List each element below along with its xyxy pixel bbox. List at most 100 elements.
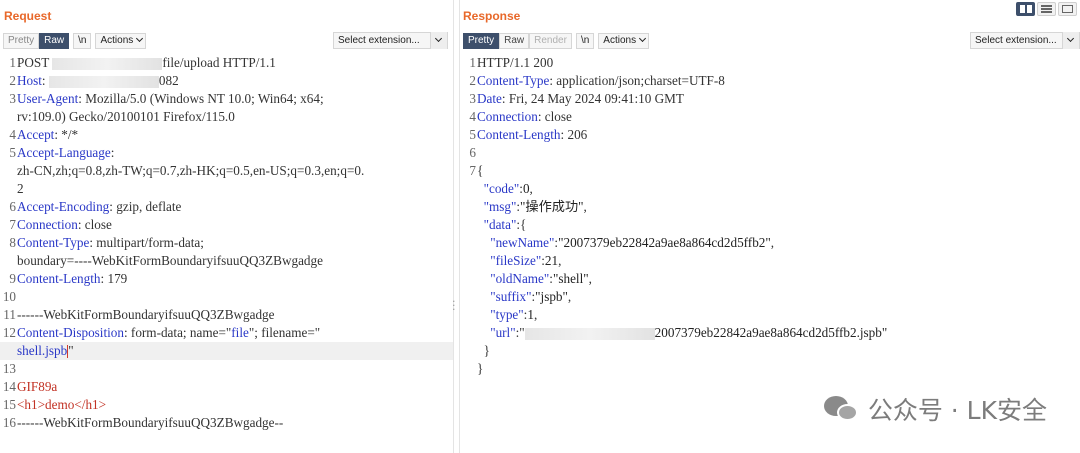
code-key: Date — [477, 91, 502, 106]
code-text: :{ — [516, 217, 527, 232]
response-newline-toggle[interactable]: \n — [575, 33, 595, 49]
code-key: "data" — [483, 217, 517, 232]
code-text: : — [41, 73, 49, 88]
code-key: file — [231, 325, 249, 340]
request-line: 13 — [0, 360, 453, 378]
code-text: : */* — [54, 127, 79, 142]
layout-single-icon[interactable] — [1058, 2, 1077, 16]
redacted-mask — [52, 57, 163, 70]
request-actions-button[interactable]: Actions — [95, 33, 147, 49]
code-text: 0 — [522, 181, 530, 196]
code-key: shell.jspb — [17, 343, 68, 358]
line-number: 15 — [2, 397, 16, 412]
response-line: "data":{ — [460, 216, 1080, 234]
response-line: "code":0, — [460, 180, 1080, 198]
chevron-down-icon — [136, 34, 144, 43]
code-text: "2007379eb22842a9ae8a864cd2d5ffb2" — [558, 235, 771, 250]
chevron-down-icon — [639, 34, 647, 43]
divider-grip-icon[interactable]: · · · — [452, 296, 456, 315]
code-text: boundary=----WebKitFormBoundaryifsuuQQ3Z… — [17, 253, 323, 268]
code-text: 21 — [544, 253, 559, 268]
request-line: rv:109.0) Gecko/20100101 Firefox/115.0 — [0, 108, 453, 126]
response-editor[interactable]: 1HTTP/1.1 200 2Content-Type: application/… — [460, 54, 1080, 378]
response-title: Response — [463, 9, 521, 23]
code-text: , — [533, 307, 538, 322]
request-line: 5Accept-Language: — [0, 144, 453, 162]
code-text: 082 — [158, 73, 179, 88]
response-line: } — [460, 342, 1080, 360]
code-key: User-Agent — [17, 91, 79, 106]
code-key: Content-Length — [477, 127, 561, 142]
layout-horizontal-icon[interactable] — [1037, 2, 1056, 16]
request-line: 14GIF89a — [0, 378, 453, 396]
wechat-icon — [823, 394, 860, 424]
code-text: : gzip, deflate — [109, 199, 182, 214]
code-text: 2007379eb22842a9ae8a864cd2d5ffb2.jspb" — [654, 325, 888, 340]
line-number: 5 — [9, 145, 16, 160]
request-line: 2Host: 082 — [0, 72, 453, 90]
code-key: "oldName" — [490, 271, 550, 286]
code-text: : Mozilla/5.0 (Windows NT 10.0; Win64; x… — [78, 91, 324, 106]
code-text: : Fri, 24 May 2024 09:41:10 GMT — [501, 91, 684, 106]
watermark-text: 公众号 · LK安全 — [867, 396, 1047, 425]
request-tab-raw[interactable]: Raw — [39, 33, 70, 49]
response-select-extension[interactable]: Select extension... — [970, 32, 1080, 49]
response-line: 5Content-Length: 206 — [460, 126, 1080, 144]
chevron-down-icon — [1066, 34, 1075, 43]
code-text: , — [583, 199, 587, 214]
code-text: , — [588, 271, 592, 286]
request-select-extension[interactable]: Select extension... — [333, 32, 448, 49]
line-number: 4 — [9, 127, 16, 142]
response-tab-raw[interactable]: Raw — [499, 33, 530, 49]
request-line: 8Content-Type: multipart/form-data; — [0, 234, 453, 252]
request-select-extension-drop[interactable] — [430, 32, 447, 49]
response-tab-pretty[interactable]: Pretty — [463, 33, 500, 49]
redacted-mask — [48, 75, 159, 88]
line-number: 6 — [469, 145, 476, 160]
response-line: 6 — [460, 144, 1080, 162]
redacted-mask — [524, 327, 655, 340]
response-actions-button[interactable]: Actions — [598, 33, 650, 49]
request-line: 15<h1>demo</h1> — [0, 396, 453, 414]
code-text: " — [68, 343, 74, 358]
code-key: Accept-Language — [17, 145, 111, 160]
line-number: 13 — [2, 361, 16, 376]
request-line: 10 — [0, 288, 453, 306]
response-tab-render[interactable]: Render — [529, 33, 572, 49]
line-number: 9 — [9, 271, 16, 286]
request-title: Request — [4, 9, 52, 23]
request-tab-pretty[interactable]: Pretty — [3, 33, 40, 49]
request-editor[interactable]: 1POST file/upload HTTP/1.1 2Host: 082 3Use… — [0, 54, 453, 432]
code-text: <h1>demo</h1> — [17, 397, 107, 412]
line-number: 2 — [469, 73, 476, 88]
response-line: } — [460, 360, 1080, 378]
request-newline-toggle[interactable]: \n — [73, 33, 92, 49]
response-line: "newName":"2007379eb22842a9ae8a864cd2d5f… — [460, 234, 1080, 252]
code-key: Connection — [477, 109, 538, 124]
response-line: "fileSize":21, — [460, 252, 1080, 270]
request-pane: Request Pretty Raw \n Actions Select ext… — [0, 0, 453, 453]
code-key: "suffix" — [490, 289, 532, 304]
line-number: 1 — [9, 55, 16, 70]
response-select-extension-drop[interactable] — [1062, 32, 1079, 49]
response-line: 4Connection: close — [460, 108, 1080, 126]
code-key: "msg" — [483, 199, 517, 214]
code-text: "操作成功" — [520, 199, 584, 214]
request-line: 12Content-Disposition: form-data; name="… — [0, 324, 453, 342]
code-text: HTTP/1.1 200 — [477, 55, 554, 70]
response-line: "msg":"操作成功", — [460, 198, 1080, 216]
pane-divider[interactable] — [453, 0, 460, 453]
line-number: 3 — [9, 91, 16, 106]
layout-split-icon[interactable] — [1016, 2, 1035, 16]
request-line: 7Connection: close — [0, 216, 453, 234]
code-text: , — [770, 235, 775, 250]
line-number: 1 — [469, 55, 476, 70]
request-line: 9Content-Length: 179 — [0, 270, 453, 288]
code-text: POST — [17, 55, 53, 70]
code-text: , — [567, 289, 572, 304]
